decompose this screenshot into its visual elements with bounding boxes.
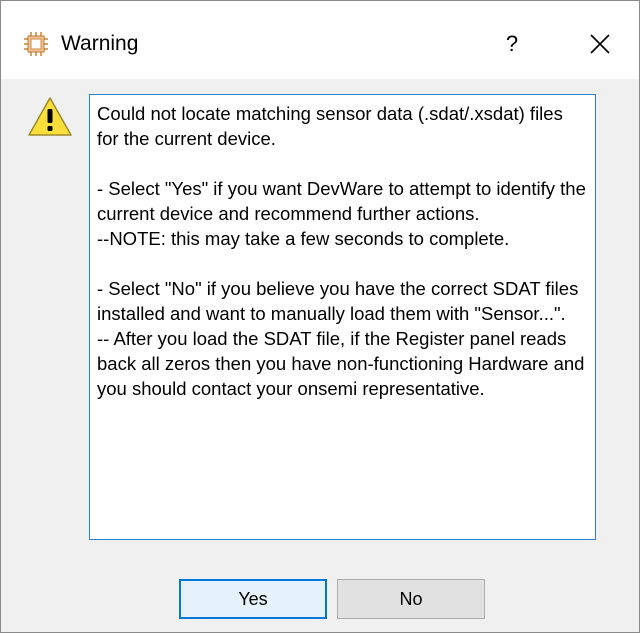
warning-icon bbox=[27, 96, 73, 138]
warning-dialog: Warning ? Could not locate matching sens… bbox=[0, 0, 640, 633]
chip-icon bbox=[23, 31, 49, 57]
close-button[interactable] bbox=[577, 21, 623, 67]
dialog-title: Warning bbox=[61, 32, 139, 55]
no-button[interactable]: No bbox=[337, 579, 485, 619]
close-icon bbox=[590, 34, 610, 54]
title-bar: Warning ? bbox=[1, 1, 639, 79]
yes-button[interactable]: Yes bbox=[179, 579, 327, 619]
message-text: Could not locate matching sensor data (.… bbox=[89, 94, 596, 540]
help-button[interactable]: ? bbox=[489, 21, 535, 67]
